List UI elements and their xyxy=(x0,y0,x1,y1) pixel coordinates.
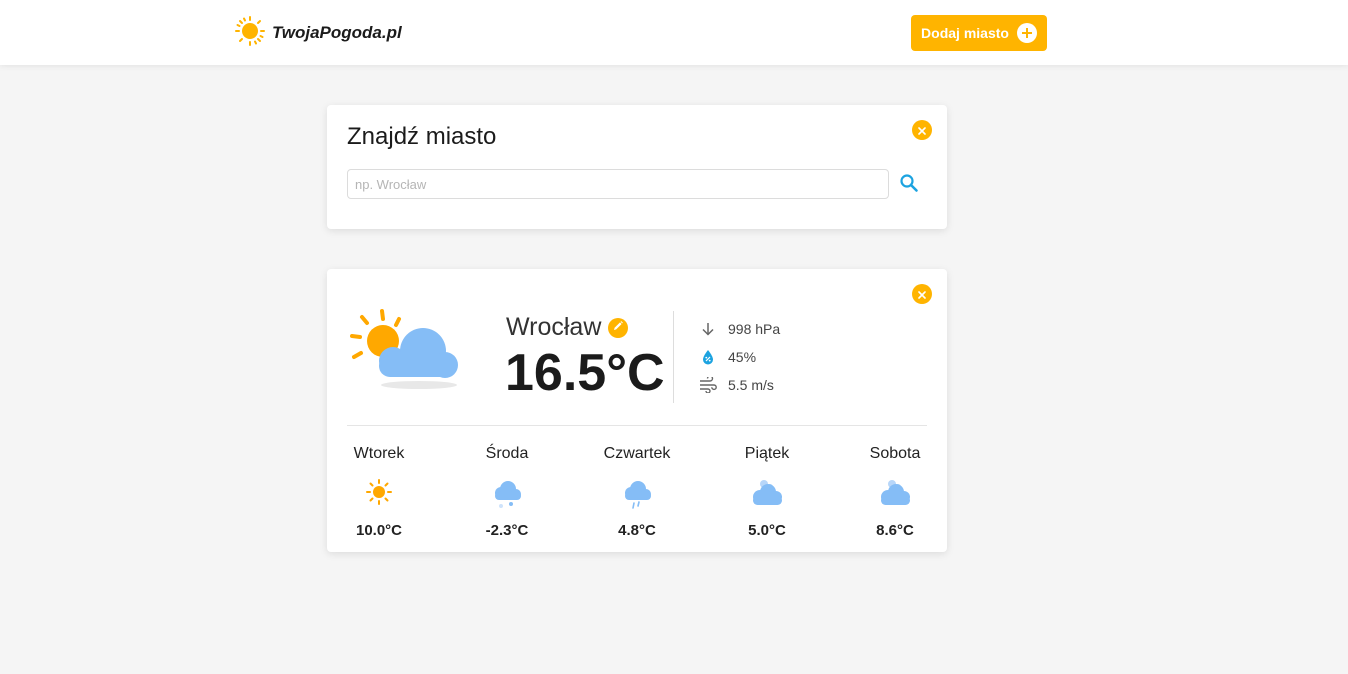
vertical-divider xyxy=(673,311,674,403)
forecast-day: Środa -2.3°C xyxy=(457,444,557,539)
sun-icon xyxy=(234,15,266,52)
forecast-temp: -2.3°C xyxy=(485,522,529,539)
pencil-icon xyxy=(612,320,624,335)
weather-card: Wrocław 16.5°C 998 hPa 45% 5.5 m/s Wtore… xyxy=(327,269,947,552)
search-card: Znajdź miasto xyxy=(327,105,947,229)
edit-city-button[interactable] xyxy=(608,317,629,338)
partly-cloudy-icon xyxy=(349,305,464,395)
add-city-label: Dodaj miasto xyxy=(921,25,1009,41)
water-drop-icon xyxy=(699,348,717,366)
snow-icon xyxy=(457,478,557,510)
cloud-icon xyxy=(845,478,945,510)
forecast-day-name: Środa xyxy=(485,445,529,462)
arrow-down-icon xyxy=(699,320,717,338)
close-icon xyxy=(918,287,926,302)
add-city-button[interactable]: Dodaj miasto xyxy=(911,15,1047,51)
wind-value: 5.5 m/s xyxy=(728,377,774,393)
top-bar: TwojaPogoda.pl Dodaj miasto xyxy=(0,0,1348,65)
forecast-day-name: Piątek xyxy=(744,445,790,462)
forecast-day: Wtorek 10.0°C xyxy=(329,444,429,539)
forecast-day: Czwartek 4.8°C xyxy=(587,444,687,539)
forecast-temp: 5.0°C xyxy=(748,522,786,539)
forecast-temp: 8.6°C xyxy=(876,522,914,539)
humidity-row: 45% xyxy=(699,343,780,371)
forecast-day-name: Czwartek xyxy=(603,445,671,462)
logo-text: TwojaPogoda.pl xyxy=(272,23,402,42)
wind-icon xyxy=(699,376,717,394)
rain-icon xyxy=(587,478,687,510)
forecast-day-name: Wtorek xyxy=(353,445,405,462)
pressure-value: 998 hPa xyxy=(728,321,781,337)
plus-icon xyxy=(1016,23,1037,43)
cloud-icon xyxy=(717,478,817,510)
current-temperature: 16.5°C xyxy=(505,344,665,402)
weather-stats: 998 hPa 45% 5.5 m/s xyxy=(699,315,780,399)
city-name: Wrocław xyxy=(506,313,602,341)
close-icon xyxy=(918,123,926,138)
forecast-day: Sobota 8.6°C xyxy=(845,444,945,539)
search-icon xyxy=(899,173,919,196)
close-weather-button[interactable] xyxy=(912,284,932,304)
humidity-value: 45% xyxy=(728,349,757,365)
forecast-day-name: Sobota xyxy=(869,445,921,462)
search-input[interactable] xyxy=(347,169,889,199)
forecast-day: Piątek 5.0°C xyxy=(717,444,817,539)
logo[interactable]: TwojaPogoda.pl xyxy=(234,15,402,52)
city-row: Wrocław xyxy=(506,313,629,342)
search-button[interactable] xyxy=(897,172,921,196)
forecast-temp: 4.8°C xyxy=(618,522,656,539)
wind-row: 5.5 m/s xyxy=(699,371,780,399)
forecast-temp: 10.0°C xyxy=(355,522,403,539)
close-search-button[interactable] xyxy=(912,120,932,140)
pressure-row: 998 hPa xyxy=(699,315,780,343)
horizontal-divider xyxy=(347,425,927,426)
search-title: Znajdź miasto xyxy=(347,123,497,150)
sun-icon xyxy=(329,478,429,510)
